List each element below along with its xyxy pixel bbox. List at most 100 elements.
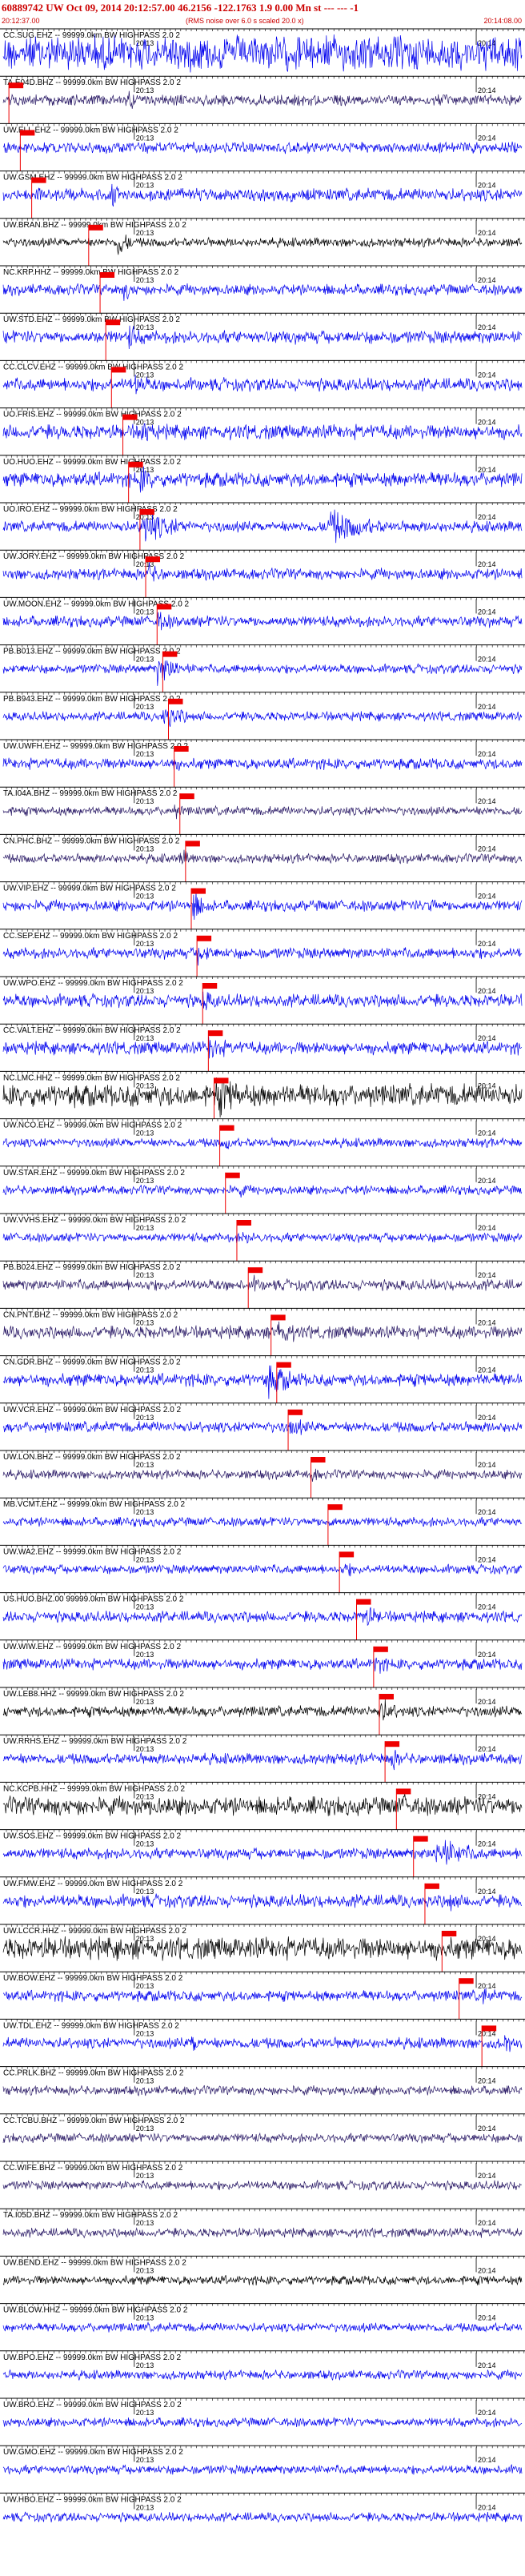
trace-label: UW.WA2.EHZ -- 99999.0km BW HIGHPASS 2.0 … — [3, 1547, 182, 1556]
minute-label: 20:13 — [136, 1177, 154, 1185]
trace-label: UW.WPO.EHZ -- 99999.0km BW HIGHPASS 2.0 … — [3, 979, 183, 988]
minute-label: 20:14 — [478, 893, 496, 901]
minute-label: 20:14 — [478, 560, 496, 568]
minute-label: 20:13 — [136, 750, 154, 758]
minute-label: 20:13 — [136, 1982, 154, 1990]
rms-note: (RMS noise over 6.0 s scaled 20.0 x) — [186, 17, 304, 25]
pick-marker — [373, 1646, 388, 1652]
minute-label: 20:14 — [478, 656, 496, 664]
minute-label: 20:14 — [478, 703, 496, 711]
pick-marker — [482, 2025, 497, 2032]
minute-label: 20:14 — [478, 182, 496, 190]
minute-label: 20:14 — [478, 323, 496, 331]
end-time: 20:14:08.00 — [483, 17, 522, 25]
trace-label: UW.STAR.EHZ -- 99999.0km BW HIGHPASS 2.0… — [3, 1169, 185, 1178]
pick-marker — [162, 651, 178, 657]
minute-label: 20:14 — [478, 1603, 496, 1611]
trace-label: CC.VALT.EHZ -- 99999.0km BW HIGHPASS 2.0… — [3, 1026, 181, 1035]
minute-label: 20:13 — [136, 1461, 154, 1469]
trace-label: CC.PRLK.BHZ -- 99999.0km BW HIGHPASS 2.0… — [3, 2069, 184, 2078]
minute-label: 20:13 — [136, 1081, 154, 1089]
pick-marker — [197, 935, 212, 941]
pick-marker — [157, 604, 172, 610]
event-title: 60889742 UW Oct 09, 2014 20:12:57.00 46.… — [2, 2, 359, 14]
pick-marker — [424, 1883, 439, 1889]
pick-marker — [146, 556, 161, 563]
minute-label: 20:14 — [478, 608, 496, 616]
minute-label: 20:13 — [136, 1508, 154, 1516]
pick-marker — [185, 841, 200, 847]
pick-marker — [31, 177, 46, 183]
seismogram-plot: 60889742 UW Oct 09, 2014 20:12:57.00 46.… — [0, 0, 525, 2576]
minute-label: 20:13 — [136, 2125, 154, 2133]
pick-marker — [9, 82, 24, 89]
minute-label: 20:13 — [136, 1792, 154, 1800]
minute-label: 20:13 — [136, 1034, 154, 1042]
minute-label: 20:14 — [478, 1840, 496, 1848]
pick-marker — [236, 1220, 251, 1226]
minute-label: 20:14 — [478, 513, 496, 521]
minute-label: 20:14 — [478, 797, 496, 805]
minute-label: 20:13 — [136, 86, 154, 94]
minute-label: 20:13 — [136, 893, 154, 901]
minute-label: 20:13 — [136, 1224, 154, 1232]
trace-label: UW.SOS.EHZ -- 99999.0km BW HIGHPASS 2.0 … — [3, 1832, 182, 1841]
trace-label: UW.LON.BHZ -- 99999.0km BW HIGHPASS 2.0 … — [3, 1453, 181, 1462]
pick-marker — [271, 1314, 286, 1321]
minute-label: 20:14 — [478, 2172, 496, 2180]
minute-label: 20:13 — [136, 2077, 154, 2085]
minute-label: 20:14 — [478, 1414, 496, 1422]
minute-label: 20:13 — [136, 134, 154, 142]
pick-marker — [88, 224, 103, 231]
minute-label: 20:14 — [478, 1034, 496, 1042]
pick-marker — [225, 1172, 240, 1178]
minute-label: 20:14 — [478, 1508, 496, 1516]
trace-label: UW.RRHS.EHZ -- 99999.0km BW HIGHPASS 2.0… — [3, 1737, 187, 1746]
minute-label: 20:13 — [136, 940, 154, 948]
minute-label: 20:13 — [136, 229, 154, 237]
start-time: 20:12:37.00 — [2, 17, 40, 25]
minute-label: 20:14 — [478, 1366, 496, 1374]
trace-label: CN.GDR.BHZ -- 99999.0km BW HIGHPASS 2.0 … — [3, 1358, 181, 1367]
pick-marker — [106, 319, 121, 326]
minute-label: 20:13 — [136, 1745, 154, 1753]
minute-label: 20:13 — [136, 1698, 154, 1706]
trace-label: UO.FRIS.EHZ -- 99999.0km BW HIGHPASS 2.0… — [3, 411, 182, 419]
minute-label: 20:13 — [136, 1840, 154, 1848]
trace-label: UW.FMW.EHZ -- 99999.0km BW HIGHPASS 2.0 … — [3, 1880, 183, 1888]
minute-label: 20:14 — [478, 86, 496, 94]
minute-label: 20:14 — [478, 371, 496, 379]
trace-label: UW.LEB8.HHZ -- 99999.0km BW HIGHPASS 2.0… — [3, 1690, 184, 1699]
pick-marker — [122, 414, 138, 420]
minute-label: 20:14 — [478, 1318, 496, 1326]
minute-label: 20:13 — [136, 1366, 154, 1374]
minute-label: 20:13 — [136, 1271, 154, 1279]
pick-marker — [179, 793, 194, 800]
minute-label: 20:14 — [478, 845, 496, 853]
minute-label: 20:13 — [136, 845, 154, 853]
pick-marker — [339, 1551, 355, 1558]
minute-label: 20:14 — [478, 2077, 496, 2085]
pick-marker — [442, 1931, 457, 1936]
minute-label: 20:13 — [136, 182, 154, 190]
minute-label: 20:14 — [478, 1271, 496, 1279]
pick-marker — [190, 888, 206, 894]
minute-label: 20:14 — [478, 1792, 496, 1800]
pick-marker — [396, 1788, 411, 1795]
trace-label: US.HUO.BHZ.00 99999.0km BW HIGHPASS 2.0 … — [3, 1595, 184, 1604]
pick-marker — [327, 1504, 343, 1511]
pick-marker — [20, 130, 35, 136]
minute-label: 20:14 — [478, 134, 496, 142]
minute-label: 20:14 — [478, 229, 496, 237]
minute-label: 20:13 — [136, 987, 154, 995]
trace-label: UW.BOW.EHZ -- 99999.0km BW HIGHPASS 2.0 … — [3, 1974, 183, 1983]
trace-label: MB.VCMT.EHZ -- 99999.0km BW HIGHPASS 2.0… — [3, 1500, 186, 1509]
minute-label: 20:14 — [478, 1555, 496, 1563]
pick-marker — [208, 1030, 223, 1037]
trace-label: PB.B943.EHZ -- 99999.0km BW HIGHPASS 2.0… — [3, 695, 181, 704]
trace-label: UO.HUO.EHZ -- 99999.0km BW HIGHPASS 2.0 … — [3, 458, 182, 467]
pick-marker — [276, 1362, 291, 1368]
pick-marker — [202, 983, 218, 989]
minute-label: 20:13 — [136, 1555, 154, 1563]
pick-marker — [100, 272, 115, 278]
